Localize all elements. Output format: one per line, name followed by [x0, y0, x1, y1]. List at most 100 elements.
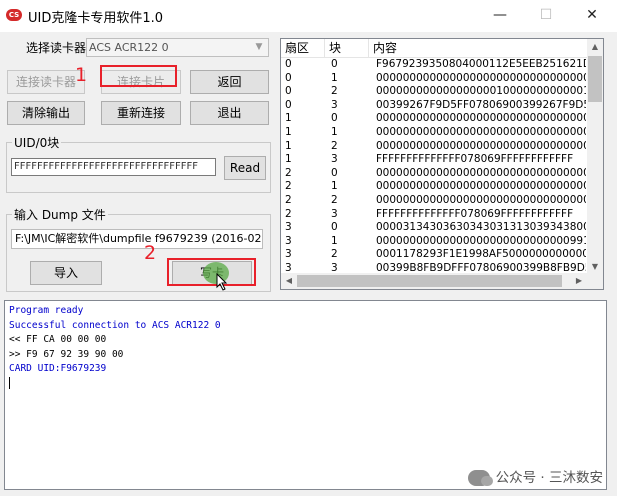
scroll-right-icon[interactable]: ▶	[571, 273, 587, 289]
block-cell: 0	[331, 221, 338, 234]
content-cell: FFFFFFFFFFFFFF078069FFFFFFFFFFFF	[376, 207, 574, 220]
exit-button[interactable]: 退出	[190, 101, 269, 125]
annotation-2: 2	[144, 242, 157, 264]
table-row[interactable]: 2 1 00000000000000000000000000000000	[281, 180, 587, 194]
dump-group-title: 输入 Dump 文件	[12, 206, 108, 223]
sector-cell: 2	[285, 194, 292, 206]
maximize-button[interactable]: ☐	[524, 0, 568, 30]
minimize-button[interactable]: —	[478, 0, 522, 30]
sector-cell: 3	[285, 234, 292, 247]
block-cell: 2	[331, 248, 338, 261]
block-cell: 1	[331, 126, 338, 138]
watermark-text: 公众号 · 三沐数安	[495, 470, 603, 486]
sector-cell: 3	[285, 248, 292, 261]
sector-cell: 0	[285, 58, 292, 70]
chevron-down-icon[interactable]: ▼	[252, 40, 266, 55]
dump-file-input[interactable]: F:\JM\IC解密软件\dumpfile f9679239 (2016-02-…	[11, 229, 263, 249]
sector-cell: 0	[285, 71, 292, 84]
vertical-scrollbar[interactable]: ▲ ▼	[587, 39, 603, 275]
header-content[interactable]: 内容	[369, 39, 587, 57]
sector-cell: 2	[285, 207, 292, 220]
table-row[interactable]: 3 2 0001178293F1E1998AF5000000000000	[281, 248, 587, 262]
clear-output-button[interactable]: 清除输出	[7, 101, 85, 125]
sector-cell: 2	[285, 180, 292, 193]
content-cell: 00000000000000000000000000000000	[376, 139, 586, 152]
horizontal-scroll-thumb[interactable]	[297, 275, 562, 287]
reconnect-button[interactable]: 重新连接	[101, 101, 181, 125]
read-button[interactable]: Read	[224, 156, 266, 180]
sector-cell: 1	[285, 112, 292, 125]
uid-group-title: UID/0块	[12, 134, 62, 151]
content-cell: 00000000000000000000000000000000	[376, 112, 586, 125]
wechat-icon	[467, 470, 493, 486]
content-cell: F9679239350804000112E5EEB251621D	[376, 58, 586, 70]
block-cell: 2	[331, 194, 338, 206]
app-icon: CS	[6, 9, 22, 21]
table-row[interactable]: 0 1 00000000000000000000000000000000	[281, 72, 587, 86]
back-button[interactable]: 返回	[190, 70, 269, 94]
log-line: CARD UID:F9679239	[9, 363, 107, 374]
close-button[interactable]: ✕	[570, 0, 614, 30]
header-block[interactable]: 块	[325, 39, 369, 57]
scroll-left-icon[interactable]: ◀	[281, 273, 297, 289]
sector-cell: 3	[285, 221, 292, 234]
reader-label: 选择读卡器	[26, 41, 87, 55]
block-cell: 3	[331, 153, 338, 166]
title-bar: CS UID克隆卡专用软件1.0 — ☐ ✕	[0, 0, 617, 32]
table-row[interactable]: 1 2 00000000000000000000000000000000	[281, 140, 587, 154]
table-row[interactable]: 2 2 00000000000000000000000000000000	[281, 194, 587, 208]
block-cell: 3	[331, 98, 338, 111]
sector-cell: 2	[285, 166, 292, 179]
table-row[interactable]: 2 0 00000000000000000000000000000000	[281, 167, 587, 181]
block-cell: 0	[331, 58, 338, 70]
highlight-box-1	[100, 65, 177, 87]
reader-select-value: ACS ACR122 0	[89, 41, 169, 54]
reader-select[interactable]: ACS ACR122 0 ▼	[86, 38, 269, 57]
header-sector[interactable]: 扇区	[281, 39, 325, 57]
sector-cell: 0	[285, 98, 292, 111]
table-row[interactable]: 3 0 00003134303630343031313039343800	[281, 221, 587, 235]
uid-input[interactable]: FFFFFFFFFFFFFFFFFFFFFFFFFFFFFFFF	[11, 158, 216, 176]
table-body: 0 0 F9679239350804000112E5EEB251621D 0 1 0000…	[281, 58, 587, 275]
content-cell: 00000000000000000000000000000991	[376, 234, 586, 247]
block-cell: 0	[331, 112, 338, 125]
table-row[interactable]: 0 2 00000000000000000010000000000001	[281, 85, 587, 99]
content-cell: 00000000000000000000000000000000	[376, 194, 586, 206]
content-cell: 00000000000000000000000000000000	[376, 166, 586, 179]
table-row[interactable]: 2 3 FFFFFFFFFFFFFF078069FFFFFFFFFFFF	[281, 208, 587, 222]
content-cell: FFFFFFFFFFFFFF078069FFFFFFFFFFFF	[376, 153, 574, 166]
block-cell: 1	[331, 71, 338, 84]
block-cell: 1	[331, 234, 338, 247]
watermark: 公众号 · 三沐数安	[467, 466, 603, 486]
table-row[interactable]: 1 1 00000000000000000000000000000000	[281, 126, 587, 140]
vertical-scroll-thumb[interactable]	[588, 56, 602, 102]
block-table[interactable]: 扇区 块 内容 0 0 F9679239350804000112E5EEB25162…	[280, 38, 604, 290]
block-cell: 2	[331, 85, 338, 98]
connect-reader-button[interactable]: 连接读卡器	[7, 70, 85, 94]
block-cell: 0	[331, 166, 338, 179]
block-cell: 3	[331, 207, 338, 220]
log-line: Program ready	[9, 305, 84, 316]
block-cell: 1	[331, 180, 338, 193]
table-row[interactable]: 1 0 00000000000000000000000000000000	[281, 112, 587, 126]
block-cell: 2	[331, 139, 338, 152]
horizontal-scrollbar[interactable]: ◀ ▶	[281, 273, 603, 289]
output-log[interactable]: Program ready Successful connection to AC…	[4, 300, 607, 490]
table-row[interactable]: 0 3 00399267F9D5FF07806900399267F9D5	[281, 99, 587, 113]
content-cell: 00000000000000000000000000000000	[376, 126, 586, 138]
table-header: 扇区 块 内容	[281, 39, 587, 58]
sector-cell: 1	[285, 139, 292, 152]
table-row[interactable]: 3 1 00000000000000000000000000000991	[281, 235, 587, 249]
scroll-up-icon[interactable]: ▲	[587, 39, 603, 55]
log-line: >> F9 67 92 39 90 00	[9, 348, 124, 360]
table-row[interactable]: 0 0 F9679239350804000112E5EEB251621D	[281, 58, 587, 72]
import-button[interactable]: 导入	[30, 261, 102, 285]
content-cell: 00000000000000000000000000000000	[376, 180, 586, 193]
window-title: UID克隆卡专用软件1.0	[28, 11, 164, 26]
table-row[interactable]: 1 3 FFFFFFFFFFFFFF078069FFFFFFFFFFFF	[281, 153, 587, 167]
sector-cell: 1	[285, 153, 292, 166]
text-caret	[9, 377, 10, 389]
content-cell: 00003134303630343031313039343800	[376, 221, 586, 234]
content-cell: 00000000000000000010000000000001	[376, 85, 586, 98]
log-line: << FF CA 00 00 00	[9, 334, 107, 345]
